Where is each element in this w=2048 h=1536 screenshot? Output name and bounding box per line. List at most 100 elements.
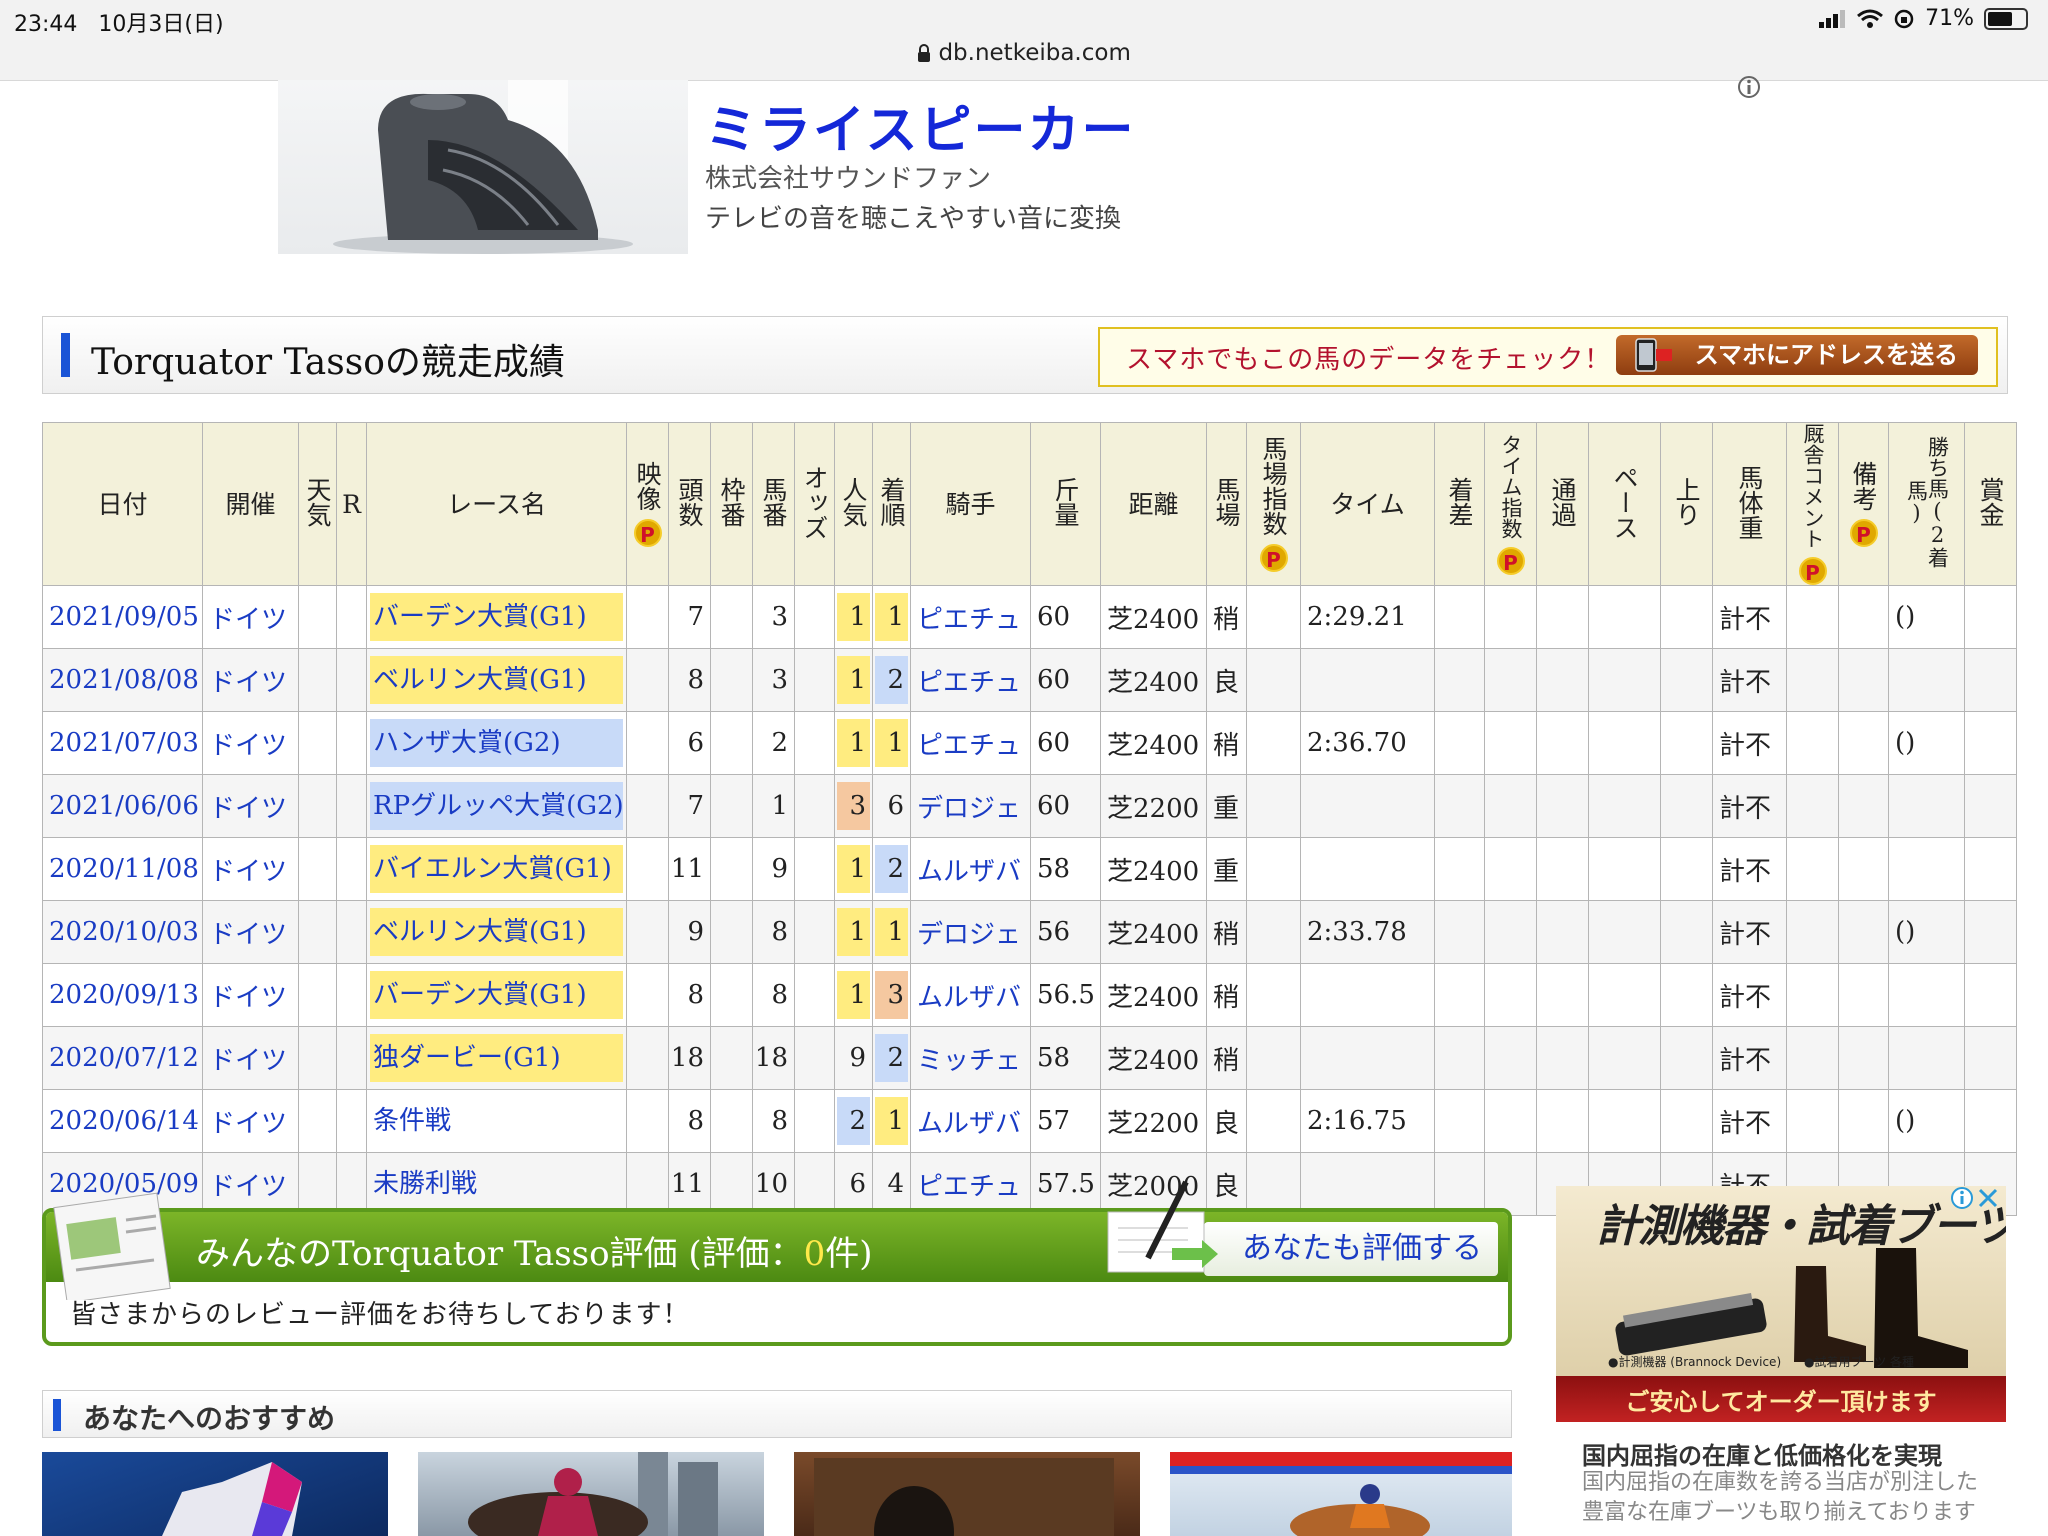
review-count: 0: [803, 1234, 826, 1274]
cell-jockey[interactable]: ピエチュ: [910, 648, 1031, 712]
cell-finish: 1: [872, 711, 911, 775]
cell-date[interactable]: 2021/06/06: [42, 774, 203, 838]
send-address-button[interactable]: スマホにアドレスを送る: [1616, 335, 1978, 375]
premium-p-icon[interactable]: P: [1849, 519, 1878, 547]
cell-jockey[interactable]: ピエチュ: [910, 711, 1031, 775]
cell-race[interactable]: ベルリン大賞(G1): [366, 900, 627, 964]
side-ad-headline[interactable]: 国内屈指の在庫と低価格化を実現: [1582, 1436, 1942, 1471]
cell-jockey[interactable]: デロジェ: [910, 900, 1031, 964]
race-name-link[interactable]: ハンザ大賞(G2): [370, 719, 623, 767]
cell-time: [1300, 1026, 1435, 1090]
cell-venue[interactable]: ドイツ: [202, 1089, 299, 1153]
cell-video: [626, 1026, 669, 1090]
cell-venue[interactable]: ドイツ: [202, 1152, 299, 1216]
race-name-link[interactable]: バイエルン大賞(G1): [370, 845, 623, 893]
recommendation-thumb[interactable]: [1170, 1452, 1512, 1536]
write-review-button[interactable]: あなたも評価する: [1204, 1222, 1498, 1276]
cell-date[interactable]: 2020/09/13: [42, 963, 203, 1027]
cell-date[interactable]: 2020/07/12: [42, 1026, 203, 1090]
cell-jockey[interactable]: ミッチェ: [910, 1026, 1031, 1090]
cell-venue[interactable]: ドイツ: [202, 900, 299, 964]
col-date[interactable]: 日付: [42, 422, 203, 586]
cell-jockey[interactable]: デロジェ: [910, 774, 1031, 838]
cell-winner[interactable]: (): [1888, 585, 1965, 649]
race-results-header: Torquator Tassoの競走成績 スマホでもこの馬のデータをチェック！ …: [42, 316, 2008, 394]
cell-jockey[interactable]: ムルザバ: [910, 1089, 1031, 1153]
cell-track: 重: [1206, 837, 1247, 901]
race-name-link[interactable]: 未勝利戦: [370, 1160, 623, 1208]
cell-winner[interactable]: [1888, 774, 1965, 838]
cell-jockey[interactable]: ピエチュ: [910, 1152, 1031, 1216]
recommendation-thumb[interactable]: [42, 1452, 388, 1536]
cell-winner[interactable]: [1888, 648, 1965, 712]
race-name-link[interactable]: 独ダービー(G1): [370, 1034, 623, 1082]
race-name-link[interactable]: ベルリン大賞(G1): [370, 656, 623, 704]
table-row: 2020/07/12 ドイツ 独ダービー(G1) 18 18 9 2 ミッチェ 58 芝2400 稍…: [42, 1026, 2017, 1090]
side-ad-image[interactable]: 計測機器・試着ブーツ無料貸出 ●計測機器 (Brannock Device) ●…: [1556, 1186, 2006, 1422]
col-odds: オッズ: [794, 422, 835, 586]
race-name-link[interactable]: バーデン大賞(G1): [370, 593, 623, 641]
cell-winner[interactable]: (): [1888, 1089, 1965, 1153]
race-name-link[interactable]: バーデン大賞(G1): [370, 971, 623, 1019]
ad-title[interactable]: ミライスピーカー: [705, 88, 1135, 163]
cell-venue[interactable]: ドイツ: [202, 1026, 299, 1090]
cell-venue[interactable]: ドイツ: [202, 711, 299, 775]
cell-winner[interactable]: (): [1888, 900, 1965, 964]
recommendation-thumb[interactable]: [794, 1452, 1140, 1536]
cell-winner[interactable]: [1888, 963, 1965, 1027]
cell-venue[interactable]: ドイツ: [202, 837, 299, 901]
recommendation-thumb[interactable]: [418, 1452, 764, 1536]
cell-race[interactable]: バイエルン大賞(G1): [366, 837, 627, 901]
cell-winner[interactable]: [1888, 1026, 1965, 1090]
cell-race[interactable]: ハンザ大賞(G2): [366, 711, 627, 775]
cell-winner[interactable]: [1888, 837, 1965, 901]
cell-venue[interactable]: ドイツ: [202, 774, 299, 838]
cell-weather: [298, 837, 337, 901]
cell-jockey[interactable]: ムルザバ: [910, 963, 1031, 1027]
cell-venue[interactable]: ドイツ: [202, 585, 299, 649]
race-name-link[interactable]: RPグルッペ大賞(G2): [370, 782, 624, 830]
cell-venue[interactable]: ドイツ: [202, 963, 299, 1027]
cell-winner[interactable]: (): [1888, 711, 1965, 775]
cell-weight: 56.5: [1030, 963, 1101, 1027]
cell-date[interactable]: 2020/11/08: [42, 837, 203, 901]
cell-date[interactable]: 2021/09/05: [42, 585, 203, 649]
battery-icon: [1984, 7, 2028, 30]
col-venue[interactable]: 開催: [202, 422, 299, 586]
premium-p-icon[interactable]: P: [633, 519, 662, 547]
cell-jockey[interactable]: ピエチュ: [910, 585, 1031, 649]
cell-track-index: [1246, 711, 1301, 775]
address-bar[interactable]: db.netkeiba.com: [0, 40, 2048, 66]
cell-date[interactable]: 2021/07/03: [42, 711, 203, 775]
cell-r: [336, 648, 367, 712]
cell-race[interactable]: 未勝利戦: [366, 1152, 627, 1216]
table-row: 2020/11/08 ドイツ バイエルン大賞(G1) 11 9 1 2 ムルザバ 58 芝2400…: [42, 837, 2017, 901]
ad-speaker-image[interactable]: [278, 80, 688, 254]
cell-race[interactable]: 独ダービー(G1): [366, 1026, 627, 1090]
race-name-link[interactable]: 条件戦: [370, 1097, 623, 1145]
race-name-link[interactable]: ベルリン大賞(G1): [370, 908, 623, 956]
cell-r: [336, 1026, 367, 1090]
portrait-thumbnail-icon: [814, 1458, 1114, 1536]
cell-track-index: [1246, 1152, 1301, 1216]
cell-race[interactable]: バーデン大賞(G1): [366, 585, 627, 649]
cell-race[interactable]: 条件戦: [366, 1089, 627, 1153]
cell-race[interactable]: ベルリン大賞(G1): [366, 648, 627, 712]
ad-choices-icon[interactable]: [1736, 74, 1762, 100]
cell-race[interactable]: RPグルッペ大賞(G2): [366, 774, 627, 838]
col-popularity: 人気: [834, 422, 873, 586]
premium-p-icon[interactable]: P: [1496, 546, 1525, 575]
cell-margin: [1434, 837, 1485, 901]
premium-p-icon[interactable]: P: [1259, 544, 1288, 572]
cell-venue[interactable]: ドイツ: [202, 648, 299, 712]
cell-date[interactable]: 2020/10/03: [42, 900, 203, 964]
cell-jockey[interactable]: ムルザバ: [910, 837, 1031, 901]
premium-p-icon[interactable]: P: [1798, 557, 1827, 585]
cell-race[interactable]: バーデン大賞(G1): [366, 963, 627, 1027]
table-row: 2020/10/03 ドイツ ベルリン大賞(G1) 9 8 1 1 デロジェ 56 芝2400 稍 2…: [42, 900, 2017, 964]
cell-distance: 芝2400: [1100, 963, 1207, 1027]
cell-date[interactable]: 2021/08/08: [42, 648, 203, 712]
cell-r: [336, 1089, 367, 1153]
cell-last3f: [1660, 711, 1713, 775]
cell-date[interactable]: 2020/06/14: [42, 1089, 203, 1153]
